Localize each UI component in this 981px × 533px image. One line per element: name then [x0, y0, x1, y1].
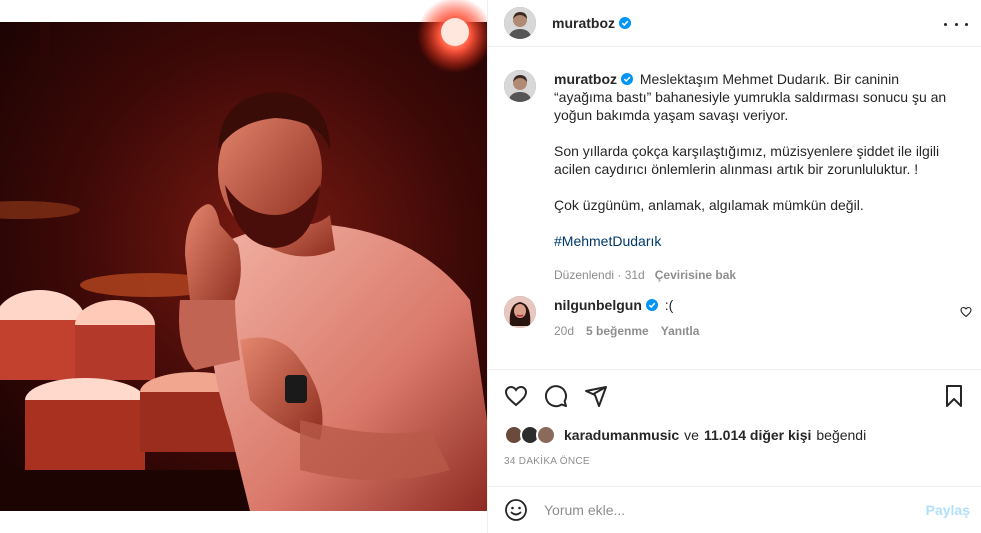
likes-conj: ve	[684, 427, 699, 443]
edited-age: Düzenlendi · 31d	[554, 268, 645, 282]
post-photo[interactable]	[0, 0, 487, 533]
share-send-icon[interactable]	[584, 384, 608, 408]
post-side-panel: muratboz muratboz Meslektaşım Mehmet Dud…	[487, 0, 981, 533]
comment-age: 20d	[554, 324, 575, 338]
user-avatar[interactable]	[504, 7, 536, 39]
emoji-icon[interactable]	[504, 498, 528, 522]
drummer-photo	[0, 0, 487, 533]
post-header: muratboz	[488, 0, 981, 47]
verified-badge-icon	[621, 73, 633, 85]
comment-item: nilgunbelgun :( 20d 5 beğenme Yanıtla	[504, 296, 964, 340]
hashtag-link[interactable]: #MehmetDudarık	[554, 233, 661, 249]
action-bar	[488, 369, 981, 421]
comment-bubble-icon[interactable]	[544, 384, 568, 408]
caption: muratboz Meslektaşım Mehmet Dudarık. Bir…	[504, 70, 964, 284]
likes-others[interactable]: 11.014 diğer kişi	[704, 427, 811, 443]
save-bookmark-icon[interactable]	[942, 384, 966, 408]
post-timestamp[interactable]: 34 DAKİKA ÖNCE	[504, 456, 590, 467]
caption-avatar[interactable]	[504, 70, 536, 102]
comment-text: :(	[664, 297, 674, 313]
instagram-post: muratboz muratboz Meslektaşım Mehmet Dud…	[0, 0, 981, 533]
comment-likes-link[interactable]: 5 beğenme	[586, 324, 649, 338]
commenter-avatar[interactable]	[504, 296, 536, 328]
likes-summary: karadumanmusic ve 11.014 diğer kişi beğe…	[504, 425, 866, 445]
caption-username[interactable]: muratboz	[554, 71, 617, 87]
caption-text-3: Çok üzgünüm, anlamak, algılamak mümkün d…	[554, 197, 864, 213]
liker-avatar	[536, 425, 556, 445]
caption-text-2: Son yıllarda çokça karşılaştığımız, müzi…	[554, 143, 940, 177]
more-options-icon[interactable]	[944, 14, 968, 34]
commenter-username[interactable]: nilgunbelgun	[554, 297, 642, 313]
comment-meta: 20d 5 beğenme Yanıtla	[554, 322, 699, 340]
liker-avatars	[504, 425, 558, 445]
reply-link[interactable]: Yanıtla	[661, 324, 700, 338]
translate-link[interactable]: Çevirisine bak	[655, 268, 736, 282]
header-username[interactable]: muratboz	[552, 15, 615, 31]
comment-form: Paylaş	[488, 486, 981, 533]
caption-body: muratboz Meslektaşım Mehmet Dudarık. Bir…	[554, 70, 954, 284]
avatar-image	[504, 7, 536, 39]
comment-like-heart-icon[interactable]	[960, 306, 972, 318]
likes-suffix: beğendi	[816, 427, 867, 443]
verified-badge-icon	[645, 299, 658, 311]
caption-avatar-image	[504, 70, 536, 102]
verified-badge-icon	[619, 17, 631, 29]
liker-username[interactable]: karadumanmusic	[564, 427, 679, 443]
comment-body: nilgunbelgun :( 20d 5 beğenme Yanıtla	[554, 296, 699, 340]
like-heart-icon[interactable]	[504, 384, 528, 408]
commenter-avatar-image	[504, 296, 536, 328]
comments-section[interactable]: muratboz Meslektaşım Mehmet Dudarık. Bir…	[488, 48, 981, 368]
post-comment-button[interactable]: Paylaş	[926, 502, 970, 518]
caption-meta: Düzenlendi · 31d Çevirisine bak	[554, 266, 954, 284]
comment-input[interactable]	[544, 502, 904, 518]
